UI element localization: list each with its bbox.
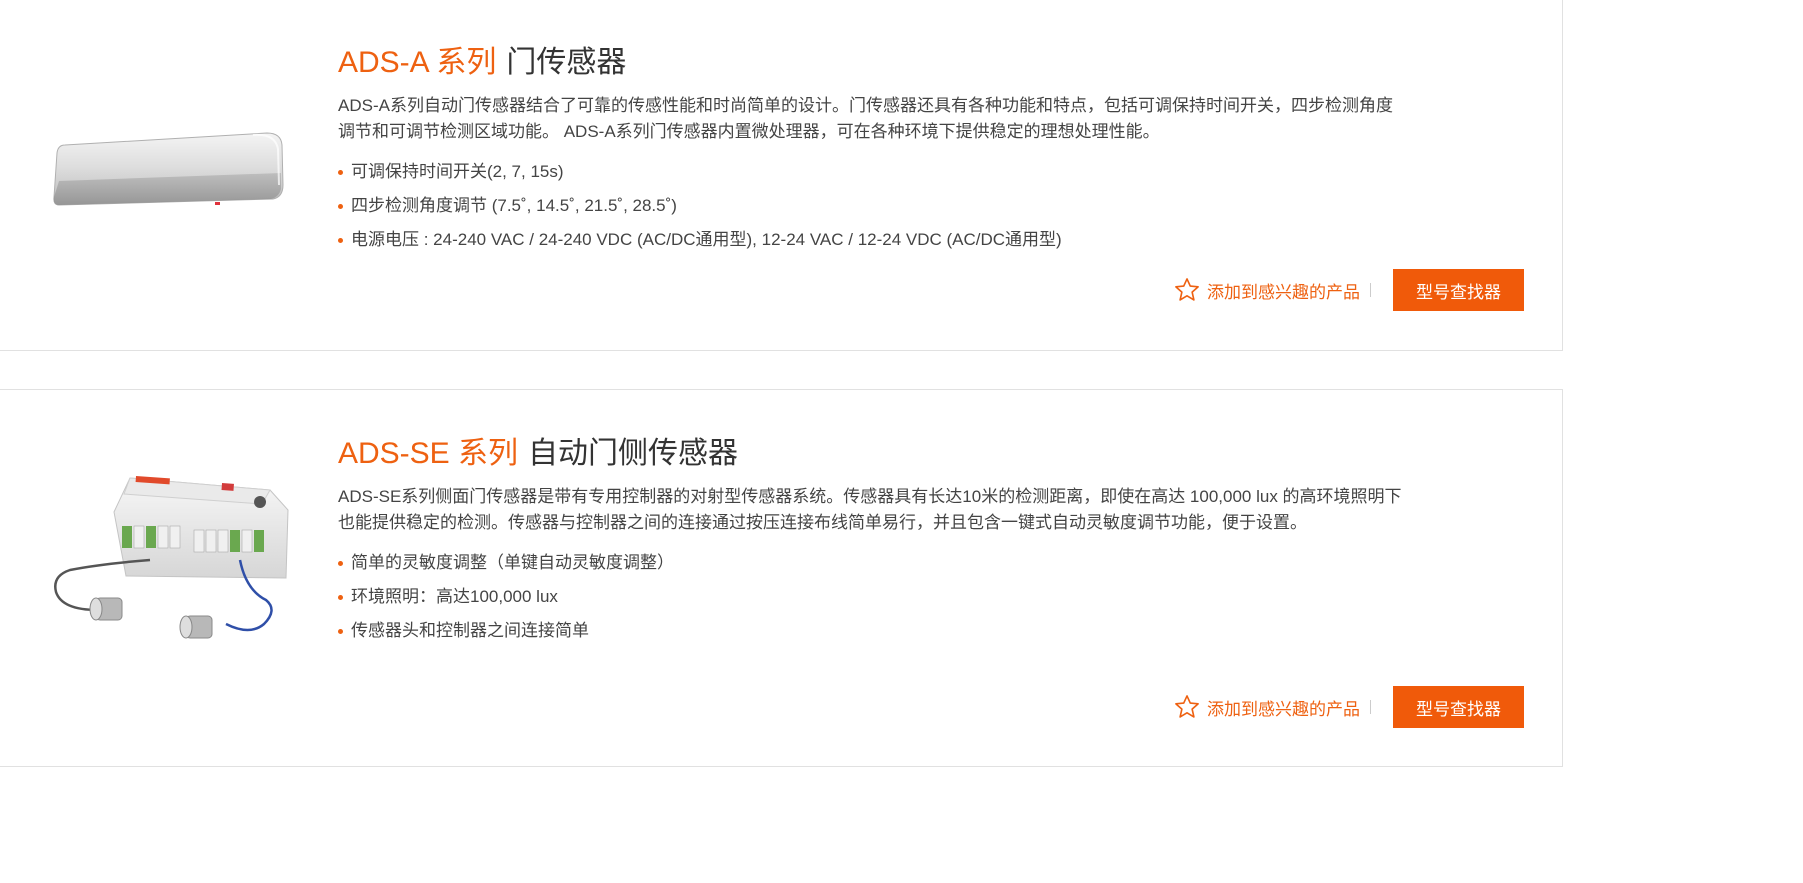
model-finder-button[interactable]: 型号查找器 [1393, 686, 1524, 728]
product-description: ADS-A系列自动门传感器结合了可靠的传感性能和时尚简单的设计。门传感器还具有各… [338, 96, 1393, 141]
feature-item: 可调保持时间开关(2, 7, 15s) [338, 155, 1408, 189]
feature-item: 环境照明：高达100,000 lux [338, 580, 1408, 614]
star-outline-icon [1175, 278, 1199, 301]
feature-item: 电源电压 : 24-240 VAC / 24-240 VDC (AC/DC通用型… [338, 223, 1408, 257]
divider [1370, 283, 1371, 297]
product-card-ads-se: ADS-SE 系列 自动门侧传感器 ADS-SE系列侧面门传感器是带有专用控制器的… [0, 389, 1563, 767]
product-actions: 添加到感兴趣的产品 型号查找器 [1173, 269, 1524, 311]
product-actions: 添加到感兴趣的产品 型号查找器 [1173, 686, 1524, 728]
divider [1370, 700, 1371, 714]
product-image-ads-a[interactable] [45, 119, 295, 229]
product-title[interactable]: ADS-SE 系列 自动门侧传感器 [338, 434, 1408, 474]
product-name[interactable]: 门传感器 [506, 46, 626, 79]
feature-item: 传感器头和控制器之间连接简单 [338, 614, 1408, 648]
product-content: ADS-SE 系列 自动门侧传感器 ADS-SE系列侧面门传感器是带有专用控制器的… [338, 434, 1408, 648]
product-content: ADS-A 系列 门传感器 ADS-A系列自动门传感器结合了可靠的传感性能和时尚简… [338, 43, 1408, 257]
add-to-favorites-link[interactable]: 添加到感兴趣的产品 [1173, 276, 1360, 304]
feature-item: 简单的灵敏度调整（单键自动灵敏度调整） [338, 546, 1408, 580]
product-series[interactable]: ADS-SE 系列 [338, 437, 518, 470]
product-image-ads-se[interactable] [40, 460, 300, 650]
product-title[interactable]: ADS-A 系列 门传感器 [338, 43, 1408, 83]
product-series[interactable]: ADS-A 系列 [338, 46, 496, 79]
feature-list: 可调保持时间开关(2, 7, 15s) 四步检测角度调节 (7.5˚, 14.5… [338, 155, 1408, 257]
product-name[interactable]: 自动门侧传感器 [528, 437, 738, 470]
add-to-favorites-label: 添加到感兴趣的产品 [1207, 699, 1360, 719]
feature-item: 四步检测角度调节 (7.5˚, 14.5˚, 21.5˚, 28.5˚) [338, 189, 1408, 223]
add-to-favorites-link[interactable]: 添加到感兴趣的产品 [1173, 693, 1360, 721]
feature-list: 简单的灵敏度调整（单键自动灵敏度调整） 环境照明：高达100,000 lux 传… [338, 546, 1408, 648]
product-card-ads-a: ADS-A 系列 门传感器 ADS-A系列自动门传感器结合了可靠的传感性能和时尚简… [0, 0, 1563, 351]
product-description: ADS-SE系列侧面门传感器是带有专用控制器的对射型传感器系统。传感器具有长达1… [338, 487, 1402, 532]
star-outline-icon [1175, 695, 1199, 718]
add-to-favorites-label: 添加到感兴趣的产品 [1207, 282, 1360, 302]
model-finder-button[interactable]: 型号查找器 [1393, 269, 1524, 311]
